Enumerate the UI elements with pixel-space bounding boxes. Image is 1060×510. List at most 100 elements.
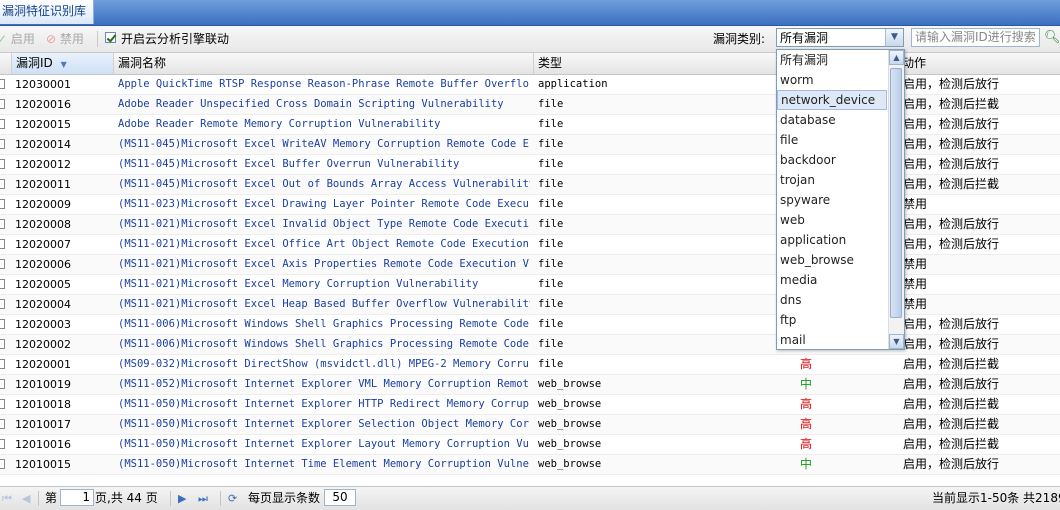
cell-name-link[interactable]: (MS11-006)Microsoft Windows Shell Graphi…	[118, 335, 530, 354]
table-row[interactable]: 12010015 (MS11-050)Microsoft Internet Tim…	[0, 455, 1060, 475]
row-checkbox[interactable]	[0, 119, 5, 129]
dropdown-option[interactable]: media	[777, 270, 887, 290]
cloud-engine-checkbox[interactable]	[105, 32, 116, 43]
row-checkbox[interactable]	[0, 99, 5, 109]
cell-type: web_browse	[538, 438, 602, 450]
refresh-icon[interactable]: ⟳	[228, 490, 237, 507]
cell-type: file	[538, 118, 564, 130]
table-row[interactable]: 12010017 (MS11-050)Microsoft Internet Exp…	[0, 415, 1060, 435]
cell-action: 启用，检测后放行	[903, 137, 1000, 151]
row-checkbox[interactable]	[0, 199, 5, 209]
page-number-input[interactable]: 1	[60, 489, 94, 506]
chevron-down-icon[interactable]: ▼	[885, 29, 903, 46]
cell-name-link[interactable]: (MS11-052)Microsoft Internet Explorer VM…	[118, 375, 530, 394]
cell-level: 高	[800, 397, 813, 411]
row-checkbox[interactable]	[0, 79, 5, 89]
cell-name-link[interactable]: (MS11-045)Microsoft Excel WriteAV Memory…	[118, 135, 530, 154]
cell-name-link[interactable]: (MS11-021)Microsoft Excel Axis Propertie…	[118, 255, 530, 274]
table-row[interactable]: 12010018 (MS11-050)Microsoft Internet Exp…	[0, 395, 1060, 415]
cell-id: 12010016	[15, 438, 71, 451]
tab-vuln-library[interactable]: 漏洞特征识别库	[0, 0, 94, 24]
row-checkbox[interactable]	[0, 439, 5, 449]
dropdown-option[interactable]: backdoor	[777, 150, 887, 170]
row-checkbox[interactable]	[0, 219, 5, 229]
row-checkbox[interactable]	[0, 259, 5, 269]
dropdown-option[interactable]: web	[777, 210, 887, 230]
last-page-icon[interactable]: ⏭	[198, 490, 208, 507]
row-checkbox[interactable]	[0, 299, 5, 309]
row-checkbox[interactable]	[0, 459, 5, 469]
cell-name-link[interactable]: (MS11-050)Microsoft Internet Explorer La…	[118, 435, 530, 454]
scrollbar-thumb[interactable]	[890, 68, 902, 318]
scroll-up-icon[interactable]: ▲	[889, 50, 904, 65]
header-action[interactable]: 动作	[898, 53, 1060, 74]
dropdown-option[interactable]: 所有漏洞	[777, 50, 887, 70]
cell-name-link[interactable]: (MS11-050)Microsoft Internet Explorer Se…	[118, 415, 530, 434]
enable-button[interactable]: ✓ 启用	[0, 30, 35, 48]
cell-action: 启用，检测后放行	[903, 217, 1000, 231]
row-checkbox[interactable]	[0, 239, 5, 249]
cell-name-link[interactable]: (MS11-050)Microsoft Internet Explorer HT…	[118, 395, 530, 414]
per-page-input[interactable]: 50	[324, 489, 356, 506]
row-checkbox[interactable]	[0, 179, 5, 189]
row-checkbox[interactable]	[0, 359, 5, 369]
check-icon: ✓	[0, 32, 8, 46]
cell-name-link[interactable]: (MS11-023)Microsoft Excel Drawing Layer …	[118, 195, 530, 214]
next-page-icon[interactable]: ▶	[178, 490, 186, 507]
disable-button[interactable]: ⊘ 禁用	[46, 30, 84, 48]
row-checkbox[interactable]	[0, 419, 5, 429]
dropdown-option[interactable]: dns	[777, 290, 887, 310]
cell-name-link[interactable]: (MS11-006)Microsoft Windows Shell Graphi…	[118, 315, 530, 334]
dropdown-option[interactable]: network_device	[777, 90, 887, 110]
cell-name-link[interactable]: (MS11-045)Microsoft Excel Out of Bounds …	[118, 175, 530, 194]
dropdown-option[interactable]: worm	[777, 70, 887, 90]
first-page-icon[interactable]: ⏮	[2, 490, 12, 507]
table-row[interactable]: 12010016 (MS11-050)Microsoft Internet Exp…	[0, 435, 1060, 455]
cell-name-link[interactable]: Adobe Reader Unspecified Cross Domain Sc…	[118, 95, 530, 114]
dropdown-option[interactable]: trojan	[777, 170, 887, 190]
cell-action: 禁用	[903, 197, 928, 211]
dropdown-option[interactable]: web_browse	[777, 250, 887, 270]
cell-name-link[interactable]: (MS11-021)Microsoft Excel Memory Corrupt…	[118, 275, 530, 294]
cell-name-link[interactable]: (MS11-021)Microsoft Excel Office Art Obj…	[118, 235, 530, 254]
dropdown-option[interactable]: mail	[777, 330, 887, 349]
cell-name-link[interactable]: Apple QuickTime RTSP Response Reason-Phr…	[118, 75, 530, 94]
search-input[interactable]: 请输入漏洞ID进行搜索	[911, 28, 1040, 47]
search-icon[interactable]: 🔍︎	[1044, 30, 1060, 46]
header-id[interactable]: 漏洞ID ▼	[12, 53, 114, 74]
row-checkbox[interactable]	[0, 159, 5, 169]
dropdown-option[interactable]: application	[777, 230, 887, 250]
cell-action: 启用，检测后放行	[903, 77, 1000, 91]
cell-action: 启用，检测后放行	[903, 237, 1000, 251]
dropdown-option[interactable]: database	[777, 110, 887, 130]
cell-name-link[interactable]: (MS09-032)Microsoft DirectShow (msvidctl…	[118, 355, 530, 374]
cell-action: 启用，检测后放行	[903, 457, 1000, 471]
row-checkbox[interactable]	[0, 339, 5, 349]
sort-desc-icon: ▼	[60, 60, 67, 69]
cell-name-link[interactable]: (MS11-021)Microsoft Excel Invalid Object…	[118, 215, 530, 234]
row-checkbox[interactable]	[0, 379, 5, 389]
cell-name-link[interactable]: Adobe Reader Remote Memory Corruption Vu…	[118, 115, 530, 134]
prev-page-icon[interactable]: ◀	[22, 490, 30, 507]
cell-type: file	[538, 198, 564, 210]
cell-id: 12020011	[15, 178, 71, 191]
dropdown-scrollbar[interactable]: ▲ ▼	[888, 50, 904, 349]
cell-name-link[interactable]: (MS11-021)Microsoft Excel Heap Based Buf…	[118, 295, 530, 314]
category-select[interactable]: 所有漏洞 ▼	[776, 28, 904, 47]
cell-action: 启用，检测后拦截	[903, 97, 1000, 111]
cell-name-link[interactable]: (MS11-045)Microsoft Excel Buffer Overrun…	[118, 155, 530, 174]
cell-action: 启用，检测后拦截	[903, 357, 1000, 371]
dropdown-option[interactable]: file	[777, 130, 887, 150]
dropdown-option[interactable]: ftp	[777, 310, 887, 330]
toolbar-divider	[97, 31, 98, 47]
row-checkbox[interactable]	[0, 399, 5, 409]
cell-name-link[interactable]: (MS11-050)Microsoft Internet Time Elemen…	[118, 455, 530, 474]
row-checkbox[interactable]	[0, 279, 5, 289]
header-name[interactable]: 漏洞名称	[114, 53, 534, 74]
row-checkbox[interactable]	[0, 139, 5, 149]
table-row[interactable]: 12020001 (MS09-032)Microsoft DirectShow (…	[0, 355, 1060, 375]
row-checkbox[interactable]	[0, 319, 5, 329]
table-row[interactable]: 12010019 (MS11-052)Microsoft Internet Exp…	[0, 375, 1060, 395]
dropdown-option[interactable]: spyware	[777, 190, 887, 210]
scroll-down-icon[interactable]: ▼	[889, 334, 904, 349]
